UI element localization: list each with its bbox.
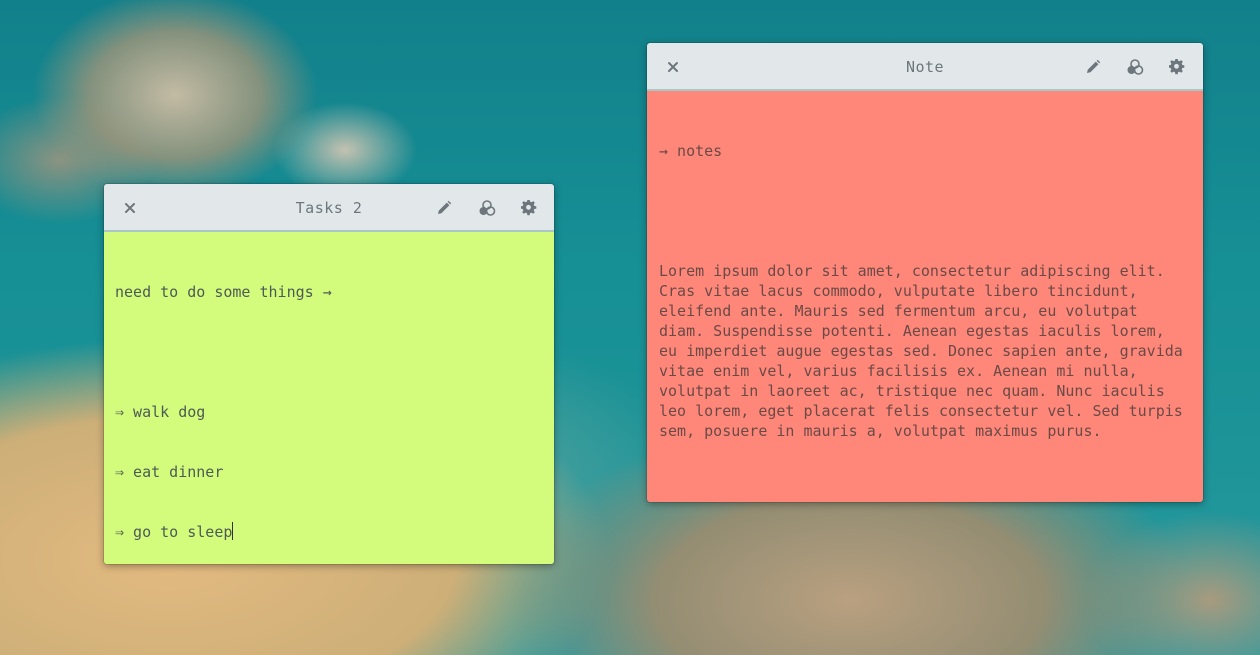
- text-line: [115, 342, 543, 362]
- text-line: ⇒ walk dog: [115, 403, 206, 421]
- note-window[interactable]: Note → notes Lorem ipsum dolor sit amet,…: [647, 43, 1203, 502]
- text-caret: [232, 522, 234, 540]
- note-body: Lorem ipsum dolor sit amet, consectetur …: [659, 262, 1192, 440]
- pencil-icon[interactable]: [434, 198, 454, 218]
- note-text-area[interactable]: → notes Lorem ipsum dolor sit amet, cons…: [647, 91, 1203, 502]
- gear-icon[interactable]: [519, 198, 539, 218]
- note-titlebar[interactable]: Note: [647, 43, 1203, 91]
- pencil-icon[interactable]: [1083, 57, 1103, 77]
- note-heading: → notes: [659, 142, 723, 160]
- text-line-with-caret: ⇒ go to sleep: [115, 522, 543, 542]
- close-icon[interactable]: [120, 198, 140, 218]
- window-title: Note: [905, 58, 945, 76]
- color-palette-icon[interactable]: [1125, 57, 1145, 77]
- text-line: need to do some things →: [115, 283, 332, 301]
- tasks-titlebar[interactable]: Tasks 2: [104, 184, 554, 232]
- tasks-note-window[interactable]: Tasks 2 need to do some things → ⇒ walk …: [104, 184, 554, 564]
- tasks-text-area[interactable]: need to do some things → ⇒ walk dog ⇒ ea…: [104, 232, 554, 564]
- close-icon[interactable]: [663, 57, 683, 77]
- gear-icon[interactable]: [1167, 57, 1187, 77]
- text-line: ⇒ eat dinner: [115, 463, 224, 481]
- text-line: ⇒ go to sleep: [115, 523, 233, 541]
- color-palette-icon[interactable]: [477, 198, 497, 218]
